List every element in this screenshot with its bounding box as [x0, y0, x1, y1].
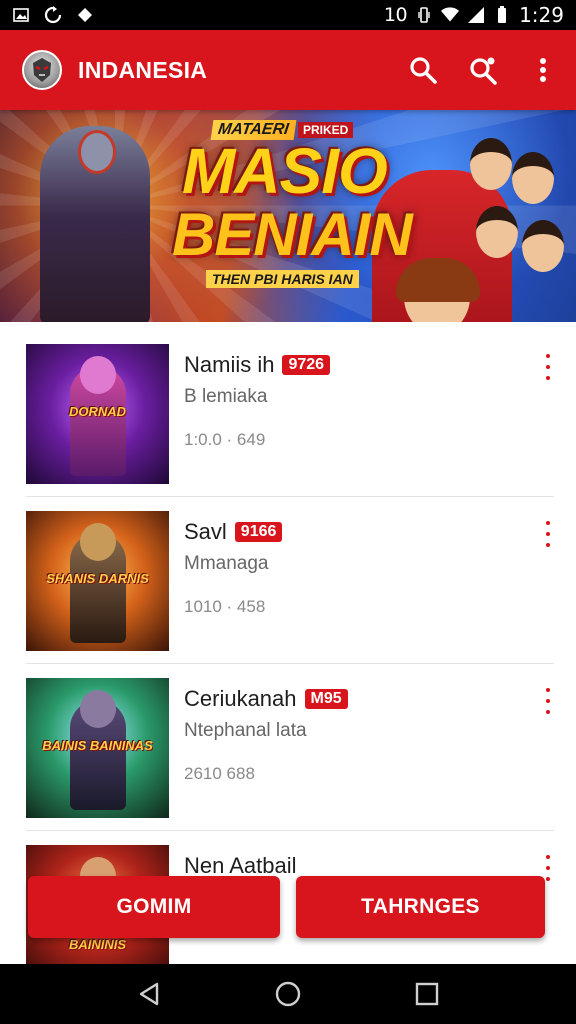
warrior-avatar-icon[interactable] [22, 50, 62, 90]
thumbnail-figure-head [80, 690, 116, 728]
item-badge: 9166 [234, 522, 283, 542]
item-subtitle: B lemiaka [184, 386, 268, 407]
app-bar: INDANESIA [0, 30, 576, 110]
signal-icon [467, 6, 485, 24]
app-title: INDANESIA [78, 56, 208, 83]
banner-side-character [512, 152, 554, 204]
search-icon[interactable] [406, 53, 440, 87]
recents-icon[interactable] [407, 974, 447, 1014]
navigation-bar [0, 964, 576, 1024]
thumbnail-label: DORNAD [68, 404, 127, 419]
list-item[interactable]: DORNAD Namiis ih 9726 B lemiaka 1:0.0 · … [26, 330, 554, 497]
item-meta: 1010 · 458 [184, 597, 266, 616]
banner-title-line2: BENIAIN [172, 201, 413, 268]
diamond-icon [76, 6, 94, 24]
item-title: Savl [184, 519, 227, 544]
item-meta: 2610 688 [184, 764, 255, 783]
thumbnail-label: BAINIS BAININAS [42, 738, 153, 753]
banner-armored-hero-head [78, 130, 116, 174]
status-bar: 10 1:29 [0, 0, 576, 30]
item-title-row: Namiis ih 9726 [184, 352, 331, 378]
home-icon[interactable] [268, 974, 308, 1014]
tahrnges-button[interactable]: TAHRNGES [296, 876, 545, 938]
banner-side-character [470, 138, 512, 190]
item-title: Ceriukanah [184, 686, 297, 711]
item-subtitle: Ntephanal lata [184, 720, 307, 741]
banner-title-line1: MASIO [182, 135, 388, 207]
item-title-row: Ceriukanah M95 [184, 686, 348, 712]
status-right: 10 1:29 [384, 3, 564, 27]
item-title-row: Savl 9166 [184, 519, 283, 545]
sync-icon [44, 6, 62, 24]
screen: 10 1:29 INDANESIA MATAERI PRIKED MASIO B… [0, 0, 576, 1024]
promo-banner[interactable]: MATAERI PRIKED MASIO BENIAIN THEN PBI HA… [0, 110, 576, 322]
thumbnail: DORNAD [26, 344, 169, 484]
status-left [12, 6, 94, 24]
banner-subtitle: THEN PBI HARIS IAN [206, 270, 359, 288]
list-item[interactable]: BAINIS BAININAS Ceriukanah M95 Ntephanal… [26, 664, 554, 831]
thumbnail-label: SHANIS DARNIS [46, 571, 149, 586]
item-badge: M95 [304, 689, 348, 709]
vibrate-icon [415, 6, 433, 24]
battery-percentage: 10 [383, 4, 408, 26]
more-vert-icon[interactable] [526, 53, 560, 87]
gomim-button[interactable]: GOMIM [28, 876, 280, 938]
more-vert-icon[interactable] [538, 521, 558, 547]
search-settings-icon[interactable] [466, 53, 500, 87]
clock: 1:29 [519, 3, 564, 27]
list-item[interactable]: SHANIS DARNIS Savl 9166 Mmanaga 1010 · 4… [26, 497, 554, 664]
item-subtitle: Mmanaga [184, 553, 269, 574]
banner-side-character [522, 220, 564, 272]
battery-icon [493, 6, 511, 24]
thumbnail-label: BAININIS [68, 937, 127, 952]
thumbnail-figure-head [80, 523, 116, 561]
thumbnail: BAINIS BAININAS [26, 678, 169, 818]
image-icon [12, 6, 30, 24]
back-icon[interactable] [129, 974, 169, 1014]
thumbnail: SHANIS DARNIS [26, 511, 169, 651]
banner-side-character [476, 206, 518, 258]
item-title: Namiis ih [184, 352, 275, 377]
wifi-icon [441, 6, 460, 24]
appbar-actions [406, 53, 560, 87]
thumbnail-figure-head [80, 356, 116, 394]
more-vert-icon[interactable] [538, 688, 558, 714]
more-vert-icon[interactable] [538, 354, 558, 380]
item-badge: 9726 [282, 355, 331, 375]
item-meta: 1:0.0 · 649 [184, 430, 266, 449]
